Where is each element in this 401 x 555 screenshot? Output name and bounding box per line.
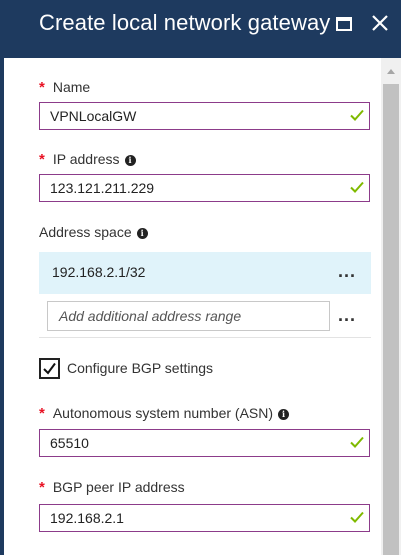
address-range-value: 192.168.2.1/32 bbox=[52, 264, 146, 280]
vertical-scrollbar[interactable] bbox=[381, 58, 401, 555]
checkmark-icon bbox=[43, 362, 56, 375]
blade-content: * Name VPNLocalGW * IP address i 123.121.21… bbox=[4, 58, 381, 555]
address-add-row: Add additional address range ... bbox=[39, 294, 371, 338]
info-icon[interactable]: i bbox=[136, 228, 148, 239]
ip-address-label-text: IP address bbox=[52, 151, 120, 167]
bgp-peer-ip-input-value: 192.168.2.1 bbox=[50, 510, 124, 526]
info-icon[interactable]: i bbox=[124, 155, 136, 166]
required-marker: * bbox=[39, 151, 45, 168]
asn-input-value: 65510 bbox=[50, 435, 89, 451]
check-icon bbox=[350, 109, 364, 121]
asn-label: * Autonomous system number (ASN) i bbox=[39, 405, 290, 422]
bgp-peer-ip-input[interactable]: 192.168.2.1 bbox=[39, 504, 370, 532]
name-label: * Name bbox=[39, 79, 90, 96]
name-input[interactable]: VPNLocalGW bbox=[39, 102, 370, 130]
name-input-value: VPNLocalGW bbox=[50, 108, 137, 124]
address-space-label: Address space i bbox=[39, 224, 148, 240]
address-space-label-text: Address space bbox=[39, 224, 132, 240]
check-icon bbox=[350, 436, 364, 448]
check-icon bbox=[350, 181, 364, 193]
ip-address-input-value: 123.121.211.229 bbox=[50, 180, 155, 196]
check-icon bbox=[350, 511, 364, 523]
required-marker: * bbox=[39, 479, 45, 496]
maximize-icon[interactable] bbox=[334, 14, 354, 34]
bgp-peer-ip-label: * BGP peer IP address bbox=[39, 479, 185, 496]
close-icon[interactable] bbox=[369, 11, 391, 35]
required-marker: * bbox=[39, 405, 45, 422]
address-add-more-button[interactable]: ... bbox=[333, 306, 361, 330]
blade-title: Create local network gateway bbox=[39, 10, 331, 35]
add-address-range-input[interactable]: Add additional address range bbox=[47, 301, 330, 331]
asn-label-text: Autonomous system number (ASN) bbox=[52, 405, 274, 421]
scrollbar-thumb[interactable] bbox=[383, 84, 399, 555]
address-row-more-button[interactable]: ... bbox=[333, 262, 361, 286]
scroll-up-arrow-icon[interactable] bbox=[381, 58, 401, 84]
required-marker: * bbox=[39, 79, 45, 96]
asn-input[interactable]: 65510 bbox=[39, 429, 370, 457]
info-icon[interactable]: i bbox=[278, 409, 290, 420]
ip-address-input[interactable]: 123.121.211.229 bbox=[39, 174, 370, 202]
ip-address-label: * IP address i bbox=[39, 151, 136, 168]
bgp-peer-ip-label-text: BGP peer IP address bbox=[52, 479, 185, 495]
blade-header: Create local network gateway bbox=[4, 0, 401, 58]
configure-bgp-checkbox[interactable] bbox=[39, 358, 60, 379]
configure-bgp-label[interactable]: Configure BGP settings bbox=[67, 360, 213, 376]
address-space-row[interactable]: 192.168.2.1/32 ... bbox=[39, 252, 371, 294]
name-label-text: Name bbox=[52, 79, 91, 95]
